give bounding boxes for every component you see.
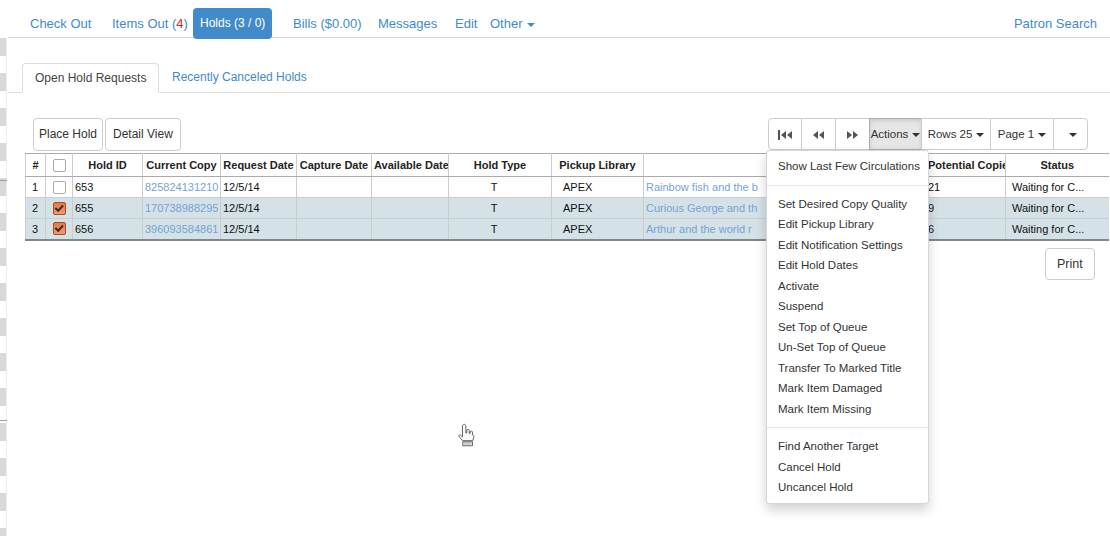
prev-page-button[interactable] (801, 118, 836, 150)
check-icon (55, 223, 64, 232)
nav-items-out[interactable]: Items Out (4) (112, 16, 188, 31)
menu-item[interactable]: Set Desired Copy Quality (767, 194, 928, 215)
actions-dropdown-menu: Show Last Few Circulations Set Desired C… (766, 150, 929, 504)
chevron-down-icon (1038, 133, 1046, 137)
next-page-button[interactable] (835, 118, 870, 150)
col-request-date[interactable]: Request Date (221, 154, 297, 177)
copy-barcode-link[interactable]: 825824131210 (145, 181, 218, 193)
menu-item[interactable]: Mark Item Damaged (767, 378, 928, 399)
chevron-down-icon (1069, 133, 1077, 137)
col-hold-id[interactable]: Hold ID (73, 154, 143, 177)
place-hold-button[interactable]: Place Hold (33, 118, 103, 151)
title-link[interactable]: Arthur and the world r (646, 223, 752, 235)
menu-item[interactable]: Transfer To Marked Title (767, 358, 928, 379)
grid-options-button[interactable] (1053, 118, 1088, 150)
menu-item[interactable]: Find Another Target (767, 436, 928, 457)
nav-bills[interactable]: Bills ($0.00) (293, 16, 362, 31)
left-edge-strip (0, 0, 7, 536)
check-icon (55, 202, 64, 211)
rows-button[interactable]: Rows 25 (921, 118, 991, 150)
menu-item[interactable]: Activate (767, 276, 928, 297)
chevron-down-icon (912, 133, 920, 137)
table-header-row: # Hold ID Current Copy Request Date Capt… (26, 154, 1109, 177)
grid-toolbar: Actions Rows 25 Page 1 (768, 118, 1088, 150)
copy-barcode-link[interactable]: 396093584861 (145, 223, 218, 235)
title-link[interactable]: Curious George and th (646, 202, 757, 214)
detail-view-button[interactable]: Detail View (105, 118, 181, 151)
first-page-button[interactable] (768, 118, 802, 150)
table-row[interactable]: 2 655 170738988295 12/5/14 T APEX Curiou… (26, 198, 1109, 219)
title-link[interactable]: Rainbow fish and the b (646, 181, 758, 193)
nav-check-out[interactable]: Check Out (30, 16, 91, 31)
menu-item[interactable]: Show Last Few Circulations (767, 156, 928, 177)
col-select[interactable] (46, 154, 73, 177)
table-row[interactable]: 1 653 825824131210 12/5/14 T APEX Rainbo… (26, 177, 1109, 198)
chevron-down-icon (527, 23, 535, 27)
menu-divider (767, 427, 928, 428)
page-button[interactable]: Page 1 (990, 118, 1054, 150)
menu-item[interactable]: Uncancel Hold (767, 477, 928, 498)
col-capture-date[interactable]: Capture Date (297, 154, 372, 177)
col-status[interactable]: Status (1006, 154, 1109, 177)
row-checkbox[interactable] (53, 181, 66, 194)
col-potential-copies[interactable]: Potential Copies (926, 154, 1006, 177)
menu-item[interactable]: Edit Hold Dates (767, 255, 928, 276)
table-row[interactable]: 3 656 396093584861 12/5/14 T APEX Arthur… (26, 219, 1109, 240)
col-pickup-library[interactable]: Pickup Library (552, 154, 644, 177)
next-page-icon (847, 131, 852, 139)
nav-other[interactable]: Other (490, 16, 535, 31)
chevron-down-icon (976, 133, 984, 137)
menu-item[interactable]: Suspend (767, 296, 928, 317)
nav-patron-search[interactable]: Patron Search (1014, 16, 1097, 31)
menu-item[interactable]: Edit Pickup Library (767, 214, 928, 235)
menu-divider (767, 185, 928, 186)
select-all-checkbox[interactable] (53, 159, 66, 172)
nav-edit[interactable]: Edit (455, 16, 477, 31)
tab-recently-canceled-holds[interactable]: Recently Canceled Holds (157, 63, 322, 93)
prev-page-icon (813, 131, 818, 139)
row-checkbox[interactable] (53, 222, 66, 235)
col-number[interactable]: # (26, 154, 46, 177)
col-available-date[interactable]: Available Date (372, 154, 449, 177)
actions-button[interactable]: Actions (869, 118, 922, 150)
print-button[interactable]: Print (1045, 248, 1095, 280)
col-current-copy[interactable]: Current Copy (143, 154, 221, 177)
first-page-icon (778, 130, 780, 140)
row-checkbox[interactable] (53, 202, 66, 215)
copy-barcode-link[interactable]: 170738988295 (145, 202, 218, 214)
hand-cursor-icon (455, 423, 475, 448)
menu-item[interactable]: Set Top of Queue (767, 317, 928, 338)
menu-item[interactable]: Un-Set Top of Queue (767, 337, 928, 358)
holds-tabs: Open Hold Requests Recently Canceled Hol… (8, 59, 1110, 93)
col-hold-type[interactable]: Hold Type (449, 154, 552, 177)
patron-nav: Check Out Items Out (4) Holds (3 / 0) Bi… (8, 0, 1110, 38)
nav-messages[interactable]: Messages (378, 16, 437, 31)
menu-item[interactable]: Mark Item Missing (767, 399, 928, 420)
nav-holds-active[interactable]: Holds (3 / 0) (193, 8, 272, 39)
tab-open-hold-requests[interactable]: Open Hold Requests (22, 63, 159, 93)
menu-item[interactable]: Edit Notification Settings (767, 235, 928, 256)
holds-table: # Hold ID Current Copy Request Date Capt… (25, 153, 1109, 241)
menu-item[interactable]: Cancel Hold (767, 457, 928, 478)
